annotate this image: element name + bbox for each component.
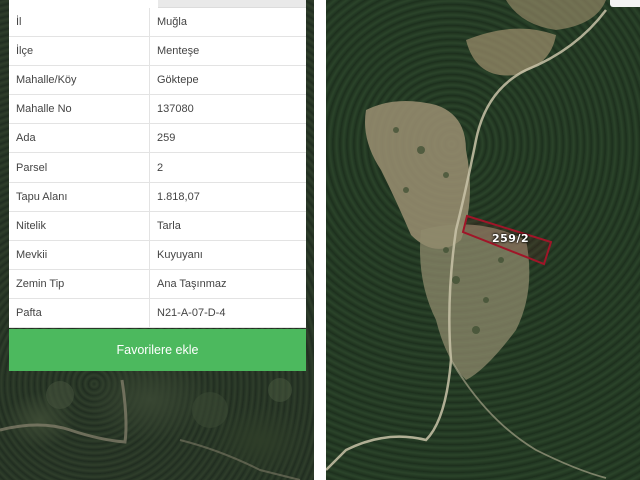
- info-row: Ada 259: [9, 124, 306, 154]
- info-row-key: Parsel: [9, 153, 150, 182]
- panel-divider: [314, 0, 326, 480]
- info-row: İl Muğla: [9, 8, 306, 38]
- info-row-key: Zemin Tip: [9, 269, 150, 298]
- info-row-value: 137080: [157, 103, 194, 116]
- info-row: Tapu Alanı 1.818,07: [9, 182, 306, 212]
- info-row-value: Göktepe: [157, 74, 199, 87]
- info-row-key: İlçe: [9, 37, 150, 66]
- info-row-value: 259: [157, 132, 176, 145]
- info-row-key: Mevkii: [9, 240, 150, 269]
- info-row: Mahalle/Köy Göktepe: [9, 66, 306, 96]
- info-row-key: Ada: [9, 124, 150, 153]
- info-row-key: Tapu Alanı: [9, 182, 150, 211]
- info-row-value: Menteşe: [157, 45, 200, 58]
- info-row-key: Mahalle No: [9, 95, 150, 124]
- info-row: Pafta N21-A-07-D-4: [9, 298, 306, 329]
- info-row-value: Muğla: [157, 16, 187, 29]
- info-row: Mahalle No 137080: [9, 95, 306, 125]
- info-row-value: 1.818,07: [157, 190, 200, 203]
- info-row-key: Nitelik: [9, 211, 150, 240]
- add-to-favorites-button[interactable]: Favorilere ekle: [9, 329, 306, 371]
- right-satellite-map[interactable]: 259/2: [326, 0, 640, 480]
- info-row: Mevkii Kuyuyanı: [9, 240, 306, 270]
- info-row-value: Ana Taşınmaz: [157, 277, 227, 290]
- info-row-key: İl: [9, 8, 150, 37]
- info-row-value: 2: [157, 161, 164, 174]
- info-row: Zemin Tip Ana Taşınmaz: [9, 269, 306, 299]
- tab-secondary[interactable]: [157, 0, 306, 8]
- parcel-map-label: 259/2: [492, 232, 530, 245]
- info-row-key: Mahalle/Köy: [9, 66, 150, 95]
- tab-info[interactable]: [9, 0, 158, 8]
- map-corner-button[interactable]: [610, 0, 640, 7]
- info-row-value: Kuyuyanı: [157, 248, 203, 261]
- info-row-value: Tarla: [157, 219, 181, 232]
- info-row: Nitelik Tarla: [9, 211, 306, 241]
- info-row: Parsel 2: [9, 153, 306, 183]
- tab-strip: [9, 0, 306, 8]
- info-row: İlçe Menteşe: [9, 37, 306, 67]
- parcel-info-card: İl Muğla İlçe Menteşe Mahalle/Köy Göktepe Maha…: [9, 8, 306, 329]
- info-row-value: N21-A-07-D-4: [157, 306, 226, 319]
- info-row-key: Pafta: [9, 298, 150, 328]
